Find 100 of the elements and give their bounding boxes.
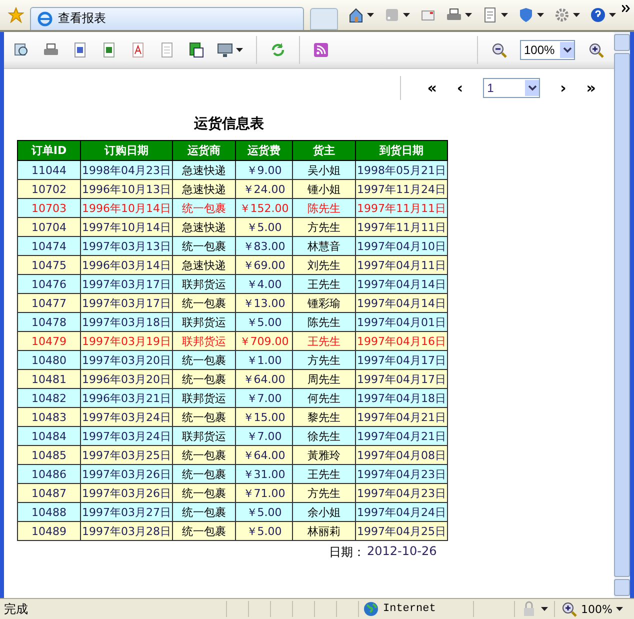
table-cell: ￥64.00 [236,446,292,464]
table-cell: 陈先生 [292,312,356,332]
caret-icon[interactable] [367,13,374,17]
table-cell: 10477 [18,294,80,312]
table-cell: 统一包裹 [172,236,236,256]
home-icon[interactable] [348,7,364,23]
column-header: 运货费 [236,140,292,160]
table-cell: 1997年03月13日 [80,236,172,256]
table-cell: 10489 [18,522,80,540]
table-cell: 林慧音 [292,236,356,256]
table-cell: 统一包裹 [172,484,236,502]
date-value: 2012-10-26 [367,544,437,560]
table-cell: ￥1.00 [236,350,292,370]
table-cell: 1997年03月26日 [80,464,172,484]
last-page-button[interactable]: » [586,79,596,97]
table-cell: 统一包裹 [172,446,236,464]
spreadsheet-export-icon[interactable] [188,42,204,58]
table-cell: 10482 [18,388,80,408]
table-cell: 1997年04月25日 [356,522,448,540]
table-cell: ￥709.00 [236,332,292,350]
page-select[interactable]: 1 [483,78,540,98]
table-cell: 1997年04月21日 [356,426,448,446]
monitor-icon[interactable] [217,42,233,58]
more-chevron-icon[interactable] [622,5,630,12]
caret-icon[interactable] [501,13,508,17]
caret-icon[interactable] [465,13,472,17]
caret-icon[interactable] [403,13,410,17]
table-cell: 10702 [18,180,80,198]
table-cell: 急速快递 [172,180,236,198]
table-cell: 统一包裹 [172,198,236,218]
table-cell: 徐先生 [292,426,356,446]
caret-icon[interactable] [609,13,616,17]
table-cell: 方先生 [292,350,356,370]
table-cell: 10481 [18,370,80,388]
table-cell: 1997年11月24日 [356,180,448,198]
shield-icon[interactable] [518,7,534,23]
table-cell: 陈先生 [292,198,356,218]
help-icon[interactable] [590,7,606,23]
table-cell: 1997年11月11日 [356,218,448,236]
column-header: 运货商 [172,140,236,160]
zoom-in-icon[interactable] [588,42,604,58]
feed-icon[interactable] [313,42,329,58]
date-label: 日期： [329,544,365,561]
table-cell: 急速快递 [172,218,236,236]
table-cell: 10488 [18,502,80,522]
table-cell: ￥69.00 [236,256,292,274]
first-page-button[interactable]: « [427,79,437,97]
zoom-level[interactable]: 100% [581,602,612,616]
refresh-icon[interactable] [270,42,286,58]
table-cell: 联邦货运 [172,312,236,332]
table-cell: ￥71.00 [236,484,292,502]
table-cell: ￥5.00 [236,522,292,540]
table-cell: 1997年03月17日 [80,294,172,312]
table-cell: 统一包裹 [172,294,236,312]
table-cell: 10486 [18,464,80,484]
table-cell: 联邦货运 [172,274,236,294]
table-cell: 1997年04月10日 [356,236,448,256]
table-cell: 统一包裹 [172,464,236,484]
table-cell: 10480 [18,350,80,370]
zoom-icon[interactable] [561,601,577,617]
caret-icon[interactable] [573,13,580,17]
table-cell: 1997年04月14日 [356,274,448,294]
table-cell: 1997年03月17日 [80,274,172,294]
table-cell: ￥15.00 [236,408,292,426]
column-header: 到货日期 [356,140,448,160]
next-page-button[interactable]: › [560,79,566,97]
excel-document-icon[interactable] [101,42,117,58]
table-cell: 锺彩瑜 [292,294,356,312]
table-cell: 方先生 [292,484,356,502]
table-cell: ￥5.00 [236,312,292,332]
table-cell: 联邦货运 [172,426,236,446]
table-cell: 1997年11月11日 [356,198,448,218]
table-cell: 1997年03月19日 [80,332,172,350]
printer-icon[interactable] [446,7,462,23]
browser-tab[interactable]: 查看报表 [30,6,304,30]
word-document-icon[interactable] [72,42,88,58]
table-cell: 王先生 [292,274,356,294]
caret-icon[interactable] [236,48,243,52]
table-cell: 10478 [18,312,80,332]
zoom-out-icon[interactable] [491,42,507,58]
page-icon[interactable] [482,7,498,23]
favorites-star-icon[interactable] [8,7,24,23]
table-cell: ￥152.00 [236,198,292,218]
table-cell: 1997年04月17日 [356,350,448,370]
caret-icon[interactable] [616,607,624,611]
pdf-document-icon[interactable] [130,42,146,58]
table-cell: 11044 [18,160,80,180]
printer-icon[interactable] [43,42,59,58]
search-icon[interactable] [14,42,30,58]
previous-page-button[interactable]: ‹ [456,79,464,97]
column-header: 订单ID [18,140,80,160]
globe-icon[interactable] [363,601,379,617]
table-cell: 方先生 [292,218,356,236]
table-cell: 1997年03月18日 [80,312,172,332]
table-cell: 1997年10月14日 [80,218,172,236]
table-cell: 1997年04月18日 [356,388,448,408]
table-cell: 周先生 [292,370,356,388]
zoom-select[interactable]: 100% [520,40,575,60]
caret-icon[interactable] [541,607,548,611]
caret-icon[interactable] [537,13,544,17]
